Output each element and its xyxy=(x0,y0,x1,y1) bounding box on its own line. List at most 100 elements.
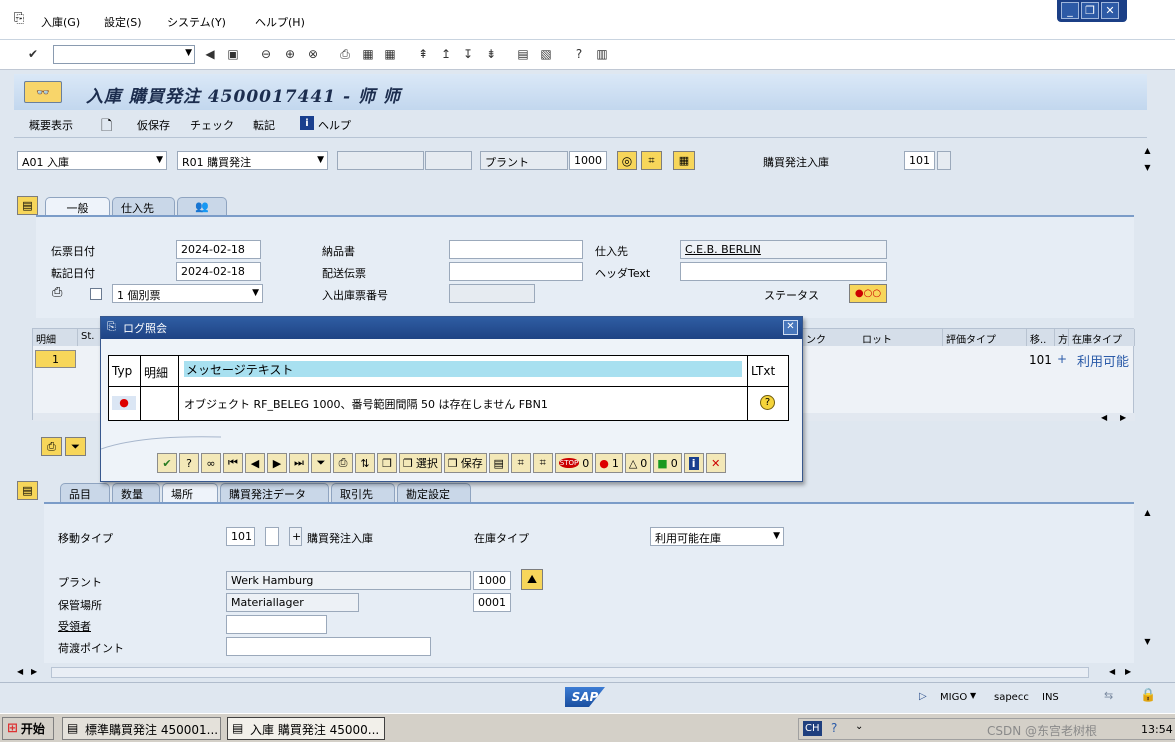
last-button[interactable]: ⏭ xyxy=(289,453,309,473)
scroll-right-icon[interactable]: ▶ xyxy=(1120,413,1126,422)
tab-material[interactable]: 品目 xyxy=(60,483,110,502)
stop-filter-button[interactable]: STOP 0 xyxy=(554,453,594,473)
tab-general[interactable]: 一般 xyxy=(45,197,110,216)
back-icon[interactable]: ⊖ xyxy=(257,45,275,63)
post-date-field[interactable]: 2024-02-18 xyxy=(176,262,261,281)
table-print-icon[interactable]: ⎙ xyxy=(41,437,62,456)
info-button[interactable]: i xyxy=(683,453,704,473)
col-item-number[interactable]: 明細 xyxy=(141,356,179,387)
close-window-icon[interactable]: ✕ xyxy=(1101,2,1119,19)
menu-help[interactable]: ヘルプ(H) xyxy=(255,14,305,30)
table-row-selector[interactable]: 1 xyxy=(35,350,76,368)
scroll-track[interactable] xyxy=(51,667,1089,678)
collapse-header-icon[interactable]: ▤ xyxy=(17,196,38,215)
scroll-left-icon[interactable]: ◀ xyxy=(17,667,23,676)
enter-icon[interactable]: ✔ xyxy=(24,45,42,63)
col-movement[interactable]: 移.. xyxy=(1027,329,1055,346)
action-select[interactable]: A01 入庫 ▼ xyxy=(17,151,167,170)
check-button[interactable]: チェック xyxy=(190,117,234,133)
delivery-note-field[interactable] xyxy=(449,240,583,259)
print-button[interactable]: ⎙ xyxy=(333,453,353,473)
tray-options-icon[interactable]: ⌄ xyxy=(855,721,863,732)
recipient-field[interactable] xyxy=(226,615,327,634)
doc-date-field[interactable]: 2024-02-18 xyxy=(176,240,261,259)
info-icon[interactable]: i xyxy=(300,116,314,130)
col-item[interactable]: 明細 xyxy=(33,329,78,346)
last-page-icon[interactable]: ⇟ xyxy=(482,45,500,63)
select-button[interactable]: ❐ 選択 xyxy=(399,453,442,473)
col-stock-type[interactable]: 在庫タイプ xyxy=(1069,329,1135,346)
first-button[interactable]: ⏮ xyxy=(223,453,243,473)
scroll-left-icon[interactable]: ◀ xyxy=(1101,413,1107,422)
local-file-button[interactable]: ▤ xyxy=(488,453,509,473)
new-session-icon[interactable]: ▤ xyxy=(514,45,532,63)
find-icon[interactable]: ▦ xyxy=(359,45,377,63)
col-longtext[interactable]: LTxt xyxy=(748,356,788,387)
po-number-field[interactable] xyxy=(337,151,424,170)
vertical-scrollbar-top[interactable]: ▲ ▼ xyxy=(1140,146,1155,182)
menu-system[interactable]: システム(Y) xyxy=(167,14,226,30)
message-text[interactable]: オブジェクト RF_BELEG 1000、番号範囲間隔 50 は存在しません F… xyxy=(179,387,748,420)
save-button[interactable]: ❐ 保存 xyxy=(443,453,487,473)
scroll-left-icon[interactable]: ◀ xyxy=(1109,667,1115,676)
col-batch[interactable]: ロット xyxy=(859,329,943,346)
po-item-field[interactable] xyxy=(425,151,472,170)
menu-window-icon[interactable]: ⎘ xyxy=(14,11,24,26)
tab-where[interactable]: 場所 xyxy=(162,483,218,502)
tab-quantity[interactable]: 数量 xyxy=(112,483,160,502)
special-stock-field[interactable] xyxy=(265,527,279,546)
layout-icon[interactable]: ▥ xyxy=(593,45,611,63)
next-button[interactable]: ▶ xyxy=(267,453,287,473)
plant-code-field[interactable]: 1000 xyxy=(473,571,511,590)
success-filter-button[interactable]: ■ 0 xyxy=(653,453,682,473)
help-tray-icon[interactable]: ? xyxy=(831,721,837,735)
exit-icon[interactable]: ⊕ xyxy=(281,45,299,63)
col-link[interactable]: ンク xyxy=(803,329,863,346)
scroll-right-icon[interactable]: ▶ xyxy=(31,667,37,676)
find-next-icon[interactable]: ▦ xyxy=(381,45,399,63)
continue-button[interactable]: ✔ xyxy=(157,453,177,473)
language-indicator[interactable]: CH xyxy=(803,721,822,736)
header-text-field[interactable] xyxy=(680,262,887,281)
print-icon[interactable]: ⎙ xyxy=(336,45,354,63)
traffic-light-icon[interactable]: ●○○ xyxy=(849,284,887,303)
post-button[interactable]: 転記 xyxy=(253,117,275,133)
row-type-cell[interactable]: ● xyxy=(109,387,141,420)
overview-button[interactable]: 概要表示 xyxy=(29,117,73,133)
next-page-icon[interactable]: ↧ xyxy=(459,45,477,63)
grid-icon[interactable]: ▦ xyxy=(673,151,695,170)
binoculars-icon[interactable]: ⌗ xyxy=(641,151,662,170)
tab-partners[interactable]: 👥 xyxy=(177,197,227,216)
longtext-cell[interactable]: ? xyxy=(748,387,788,420)
task-po[interactable]: ▤ 標準購買発注 450001... xyxy=(62,717,221,740)
col-valuation-type[interactable]: 評価タイプ xyxy=(943,329,1027,346)
start-button[interactable]: ⊞ 开始 xyxy=(2,717,54,740)
filter-button[interactable]: ⏷ xyxy=(311,453,331,473)
command-field[interactable]: ▼ xyxy=(53,45,195,64)
dialog-close-icon[interactable]: ✕ xyxy=(783,320,798,335)
detail-vscroll[interactable]: ▲ ▼ xyxy=(1140,502,1155,666)
menu-goods-receipt[interactable]: 入庫(G) xyxy=(41,14,80,30)
cancel-icon[interactable]: ⊗ xyxy=(304,45,322,63)
find-next-button[interactable]: ⌗ xyxy=(532,453,553,473)
status-expand-icon[interactable]: ▷ xyxy=(919,691,927,702)
save-icon[interactable]: ▣ xyxy=(224,45,242,63)
execute-icon[interactable]: ◎ xyxy=(617,151,637,170)
unloading-field[interactable] xyxy=(226,637,431,656)
print-checkbox[interactable] xyxy=(90,288,102,300)
tab-po-data[interactable]: 購買発注データ xyxy=(220,483,329,502)
technical-info-button[interactable]: ∞ xyxy=(201,453,221,473)
plant-field[interactable]: 1000 xyxy=(569,151,607,170)
chevron-down-icon[interactable]: ▼ xyxy=(185,48,192,58)
vendor-field[interactable]: C.E.B. BERLIN xyxy=(680,240,887,259)
collapse-detail-icon[interactable]: ▤ xyxy=(17,481,38,500)
tab-partner[interactable]: 取引先 xyxy=(331,483,395,502)
copy-button[interactable]: ❐ xyxy=(377,453,397,473)
back-arrow-icon[interactable]: ◀ xyxy=(201,45,219,63)
reference-doc-select[interactable]: R01 購買発注 ▼ xyxy=(177,151,328,170)
mvt-type-field[interactable]: 101 xyxy=(226,527,255,546)
table-filter-icon[interactable]: ⏷ xyxy=(65,437,86,456)
help-button[interactable]: ヘルプ xyxy=(318,117,351,133)
bill-lading-field[interactable] xyxy=(449,262,583,281)
stock-type-select[interactable]: 利用可能在庫 ▼ xyxy=(650,527,784,546)
